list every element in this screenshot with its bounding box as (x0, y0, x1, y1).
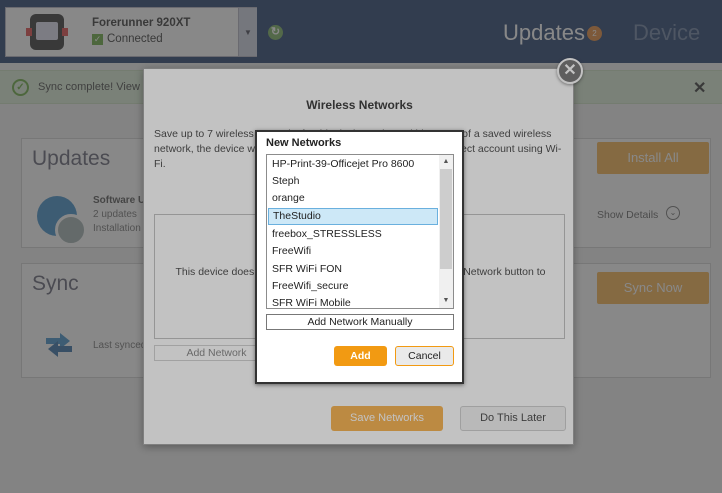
network-item[interactable]: FreeWifi_secure (268, 278, 438, 295)
network-item[interactable]: freebox_STRESSLESS (268, 226, 438, 243)
network-item[interactable]: SFR WiFi FON (268, 261, 438, 278)
add-button[interactable]: Add (334, 346, 387, 366)
network-item-selected[interactable]: TheStudio (268, 208, 438, 225)
scroll-down-icon[interactable]: ▼ (439, 294, 453, 308)
scroll-thumb[interactable] (440, 169, 452, 269)
network-listbox[interactable]: HP-Print-39-Officejet Pro 8600 Steph ora… (266, 154, 454, 309)
new-networks-dialog: New Networks HP-Print-39-Officejet Pro 8… (255, 130, 464, 384)
scroll-up-icon[interactable]: ▲ (439, 155, 453, 169)
network-item[interactable]: FreeWifi (268, 243, 438, 260)
cancel-button[interactable]: Cancel (395, 346, 454, 366)
add-network-manually-button[interactable]: Add Network Manually (266, 314, 454, 330)
network-item[interactable]: Steph (268, 173, 438, 190)
network-item[interactable]: SFR WiFi Mobile (268, 295, 438, 308)
network-item[interactable]: orange (268, 190, 438, 207)
dialog-title: New Networks (266, 137, 342, 149)
network-item[interactable]: HP-Print-39-Officejet Pro 8600 (268, 156, 438, 173)
listbox-scrollbar[interactable]: ▲ ▼ (439, 155, 453, 308)
